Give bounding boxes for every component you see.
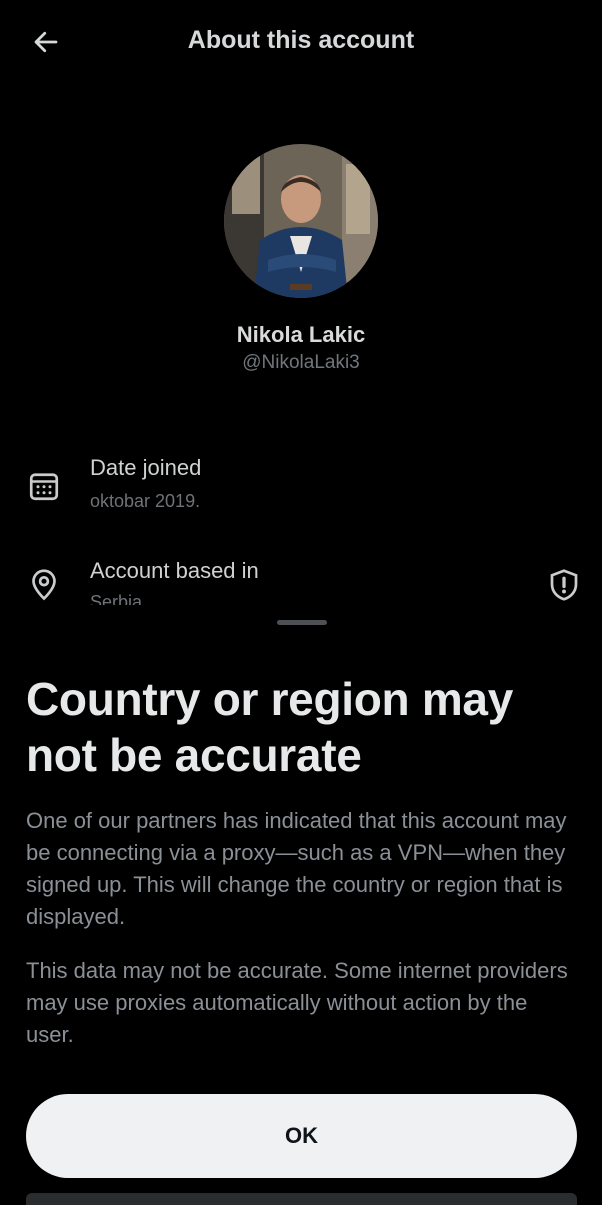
sheet-drag-handle[interactable] [277,620,327,625]
top-bar: About this account [0,0,602,84]
date-joined-label: Date joined [90,455,202,480]
calendar-icon [29,473,59,501]
ok-button[interactable]: OK [26,1094,577,1178]
location-pin-icon [32,569,56,601]
bottom-sheet: Country or region may not be accurate On… [0,605,602,1205]
profile-name: Nikola Lakic [236,322,366,347]
account-based-value: Serbia [90,592,143,605]
date-joined-row: Date joined oktobar 2019. [0,450,602,520]
sheet-paragraph-2: This data may not be accurate. Some inte… [26,958,568,1047]
avatar-photo [224,144,378,298]
sheet-title: Country or region may not be accurate [26,673,513,781]
date-joined-value: oktobar 2019. [90,491,201,511]
profile-handle: @NikolaLaki3 [242,352,360,373]
shield-alert-icon[interactable] [546,567,582,603]
avatar[interactable] [224,144,378,298]
sheet-bottom-edge [26,1193,577,1205]
page-title: About this account [187,26,415,54]
account-based-row: Account based in Serbia [0,553,602,605]
sheet-paragraph-1: One of our partners has indicated that t… [26,808,567,929]
account-based-label: Account based in [90,558,259,583]
